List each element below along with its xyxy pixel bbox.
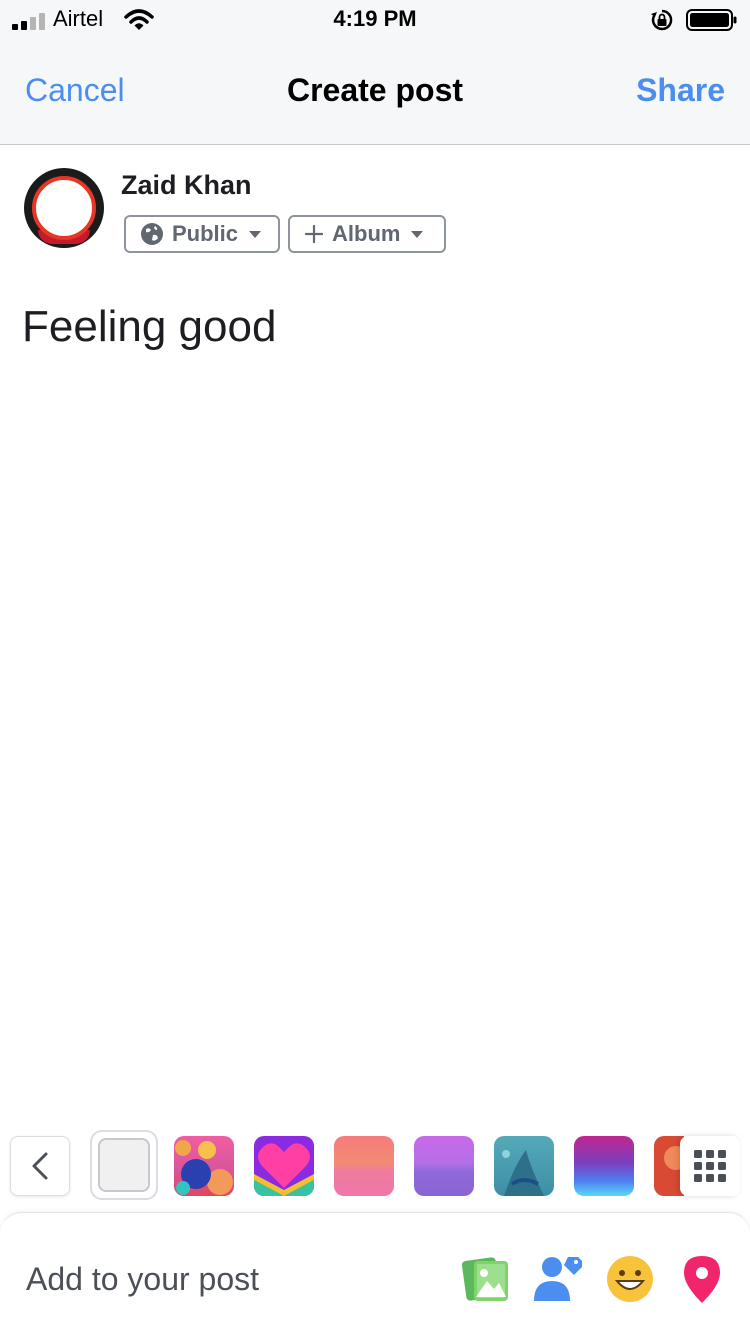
globe-icon [141, 223, 163, 245]
feeling-icon[interactable] [604, 1253, 656, 1305]
cancel-button[interactable]: Cancel [25, 72, 125, 109]
album-label: Album [332, 221, 401, 246]
location-icon[interactable] [676, 1253, 728, 1305]
caret-down-icon [411, 231, 424, 238]
battery-icon [686, 9, 737, 31]
background-swatch-magenta-blue[interactable] [574, 1136, 634, 1196]
avatar [24, 168, 104, 248]
planets-image [175, 1140, 233, 1195]
all-backgrounds-button[interactable] [680, 1136, 740, 1196]
add-to-post-label[interactable]: Add to your post [26, 1261, 259, 1298]
background-swatch-heart[interactable] [254, 1136, 314, 1196]
audience-label: Public [172, 221, 239, 246]
photo-icon[interactable] [460, 1253, 512, 1305]
background-swatch-coral[interactable] [334, 1136, 394, 1196]
status-bar: Airtel 4:19 PM [0, 0, 750, 40]
background-swatch-teal[interactable] [494, 1136, 554, 1196]
collapse-backgrounds-button[interactable] [10, 1136, 70, 1196]
audience-selector-button[interactable]: Public [124, 215, 280, 253]
author-name: Zaid Khan [121, 170, 252, 200]
background-swatch-planets[interactable] [174, 1136, 234, 1196]
share-button[interactable]: Share [636, 72, 725, 109]
orientation-lock-icon [651, 9, 673, 31]
chevron-left-icon [32, 1152, 48, 1180]
status-time: 4:19 PM [333, 6, 417, 31]
teal-illustration-image [502, 1150, 544, 1196]
heart-image [254, 1143, 314, 1196]
tag-people-icon[interactable] [532, 1253, 584, 1305]
post-text-input[interactable]: Feeling good [22, 302, 276, 352]
plus-icon [304, 224, 324, 244]
background-swatch-violet[interactable] [414, 1136, 474, 1196]
add-to-post-bar: Add to your post [0, 1212, 750, 1335]
background-swatch-plain[interactable] [90, 1130, 158, 1200]
album-selector-button[interactable]: Album [288, 215, 446, 253]
nav-bar: Cancel Create post Share [0, 40, 750, 145]
caret-down-icon [249, 231, 262, 238]
grid-icon [694, 1150, 726, 1182]
